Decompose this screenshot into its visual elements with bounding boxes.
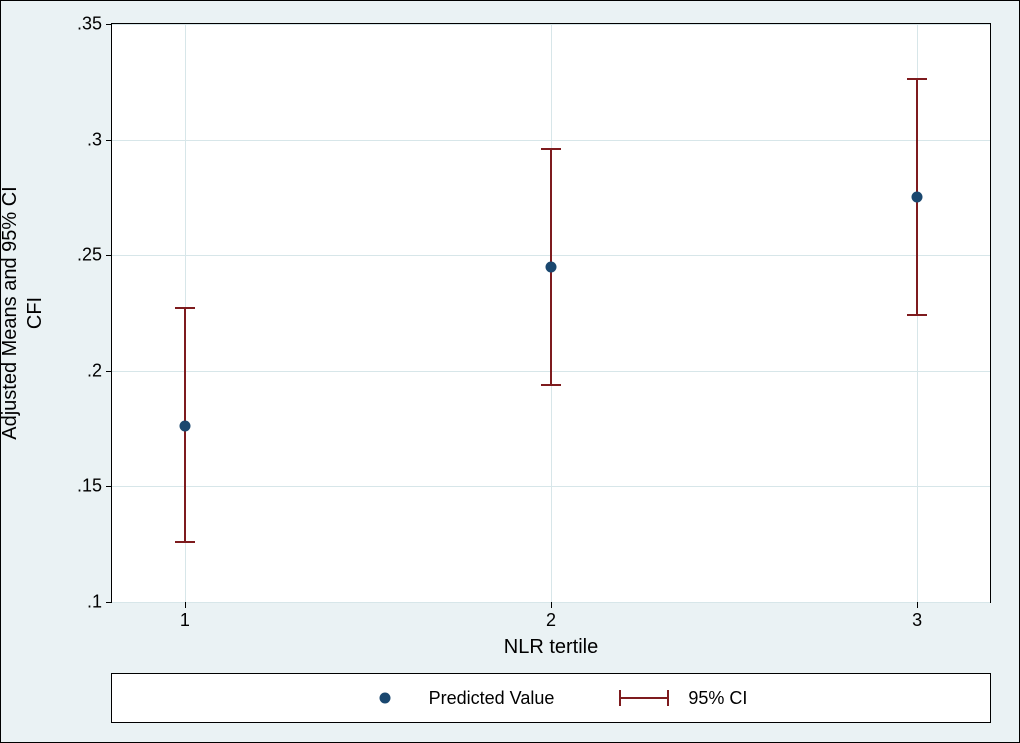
y-tick-label: .3 — [87, 129, 102, 150]
x-tick — [917, 602, 918, 608]
dot-icon — [379, 693, 390, 704]
y-tick-label: .1 — [87, 592, 102, 613]
errorbar-cap-top — [907, 78, 927, 80]
y-axis-title: Adjusted Means and 95% CI CFI — [0, 186, 48, 440]
ci-cap-right-icon — [667, 690, 669, 706]
x-tick — [551, 602, 552, 608]
y-tick — [106, 140, 112, 141]
x-tick-label: 1 — [180, 610, 190, 631]
legend-item-predicted: Predicted Value — [355, 688, 555, 709]
y-tick — [106, 486, 112, 487]
y-tick — [106, 371, 112, 372]
y-tick-label: .25 — [77, 245, 102, 266]
y-tick-label: .2 — [87, 360, 102, 381]
data-point — [912, 192, 923, 203]
y-tick — [106, 602, 112, 603]
y-axis-title-line1: Adjusted Means and 95% CI — [0, 186, 21, 440]
errorbar-cap-bottom — [541, 384, 561, 386]
data-point — [546, 261, 557, 272]
x-tick-label: 3 — [912, 610, 922, 631]
legend-label-ci: 95% CI — [688, 688, 747, 709]
y-tick-label: .15 — [77, 476, 102, 497]
legend-marker-ci — [614, 688, 674, 708]
errorbar-cap-top — [541, 148, 561, 150]
chart-container: .1.15.2.25.3.35123NLR tertile Adjusted M… — [0, 0, 1020, 743]
plot-area: .1.15.2.25.3.35123NLR tertile — [111, 23, 991, 603]
x-tick — [185, 602, 186, 608]
y-tick — [106, 255, 112, 256]
ci-line-icon — [620, 697, 668, 699]
x-tick-label: 2 — [546, 610, 556, 631]
errorbar-cap-bottom — [175, 541, 195, 543]
legend: Predicted Value 95% CI — [111, 673, 991, 723]
errorbar-cap-bottom — [907, 314, 927, 316]
data-point — [179, 421, 190, 432]
y-axis-title-line2: CFI — [24, 297, 46, 329]
x-axis-title: NLR tertile — [504, 636, 598, 659]
legend-item-ci: 95% CI — [614, 688, 747, 709]
y-tick — [106, 24, 112, 25]
y-tick-label: .35 — [77, 14, 102, 35]
legend-label-predicted: Predicted Value — [429, 688, 555, 709]
legend-marker-predicted — [355, 688, 415, 708]
errorbar-cap-top — [175, 307, 195, 309]
